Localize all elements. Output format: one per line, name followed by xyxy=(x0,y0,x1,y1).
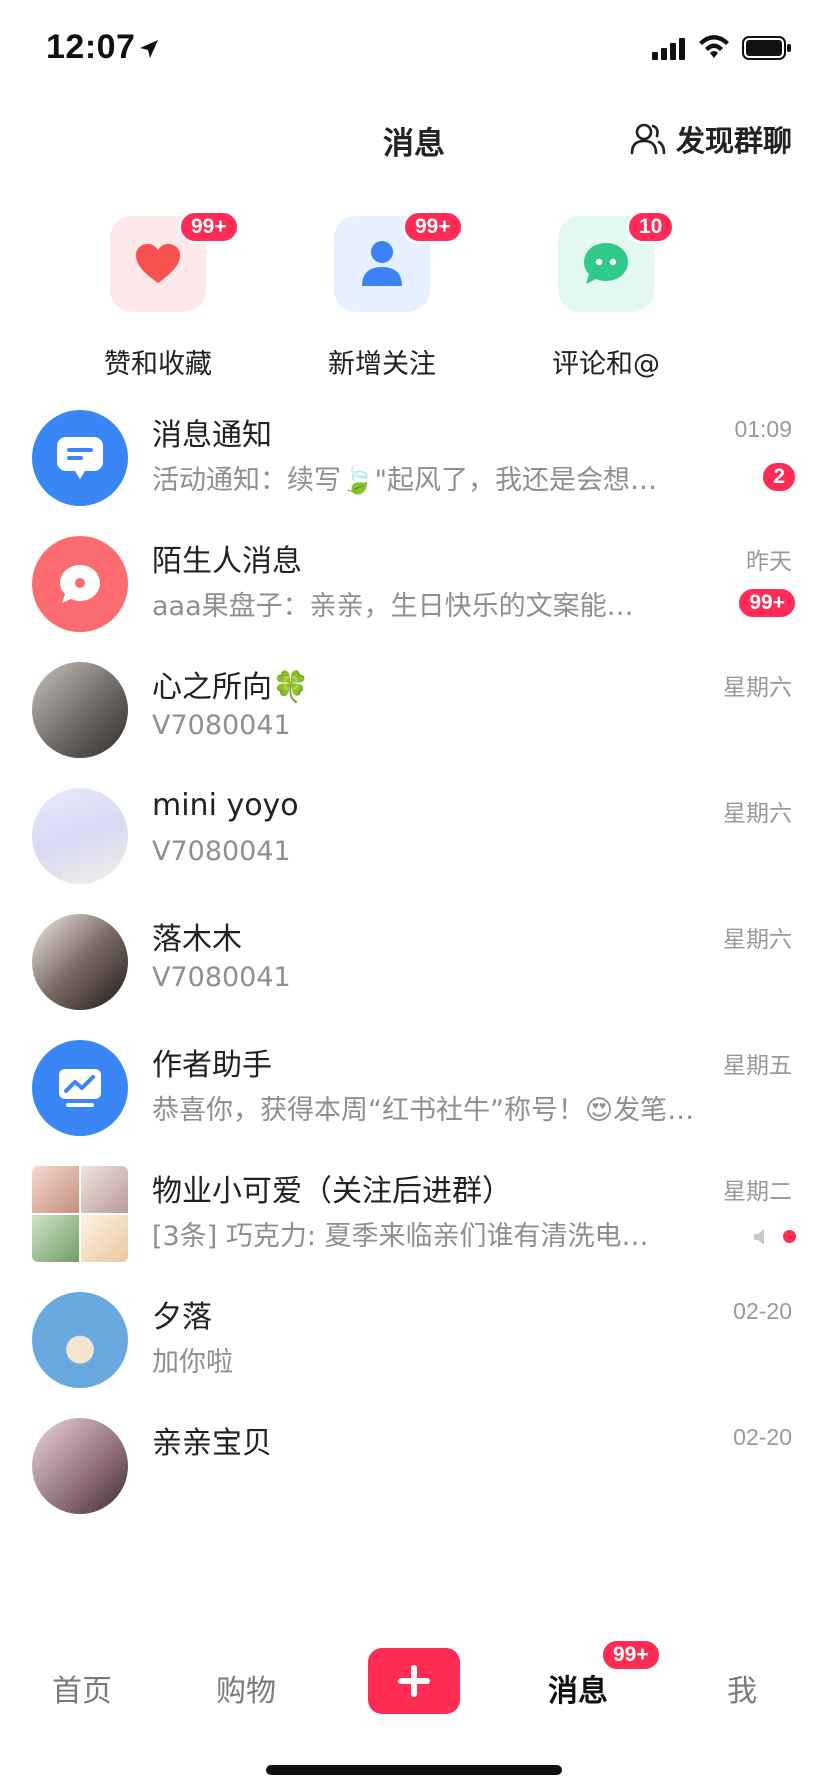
person-icon xyxy=(362,241,402,286)
nav-shopping[interactable]: 购物 xyxy=(186,1666,306,1710)
notification-avatar xyxy=(32,410,128,506)
unread-badge: 99+ xyxy=(736,586,798,620)
stranger-avatar xyxy=(32,536,128,632)
conversation-preview: aaa果盘子：亲亲，生日快乐的文案能… xyxy=(152,591,634,622)
create-post-button[interactable] xyxy=(368,1648,460,1714)
list-item-stranger-messages[interactable]: 陌生人消息 aaa果盘子：亲亲，生日快乐的文案能… 昨天 99+ xyxy=(0,512,828,656)
list-item-author-assistant[interactable]: 作者助手 恭喜你，获得本周“红书社牛”称号！😍发笔… 星期五 xyxy=(0,1016,828,1160)
user-avatar xyxy=(32,1292,128,1388)
conversation-preview: [3条] 巧克力: 夏季来临亲们谁有清洗电… xyxy=(152,1221,649,1252)
conversation-title: 作者助手 xyxy=(152,1048,272,1083)
nav-me[interactable]: 我 xyxy=(682,1666,802,1710)
messages-badge: 99+ xyxy=(600,1638,662,1672)
conversation-time: 星期六 xyxy=(723,674,792,700)
shortcut-comments-mentions[interactable]: 10 评论和@ xyxy=(506,210,706,381)
conversation-title: 夕落 xyxy=(152,1300,212,1335)
chat-bubble-icon xyxy=(584,243,628,284)
comments-badge: 10 xyxy=(626,210,676,244)
nav-messages[interactable]: 消息 xyxy=(518,1666,638,1710)
muted-icon xyxy=(754,1229,764,1245)
conversation-time: 星期五 xyxy=(723,1052,792,1078)
comments-tile: 10 xyxy=(558,210,676,312)
list-item-conversation[interactable]: 心之所向🍀 V7080041 星期六 xyxy=(0,638,828,782)
heart-icon xyxy=(136,244,180,283)
user-avatar xyxy=(32,914,128,1010)
conversation-preview: V7080041 xyxy=(152,836,291,867)
home-indicator xyxy=(266,1765,562,1775)
chat-bubble-icon xyxy=(60,565,100,603)
user-avatar xyxy=(32,662,128,758)
conversation-time: 星期二 xyxy=(723,1178,792,1204)
followers-label: 新增关注 xyxy=(328,349,436,380)
wifi-icon xyxy=(699,35,729,58)
status-time: 12:07 xyxy=(46,28,136,66)
list-item-conversation[interactable]: 夕落 加你啦 02-20 xyxy=(0,1268,828,1412)
discover-group-chat-label: 发现群聊 xyxy=(675,124,792,158)
likes-badge: 99+ xyxy=(178,210,240,244)
conversation-time: 星期六 xyxy=(723,800,792,826)
list-item-conversation[interactable]: mini yoyo V7080041 星期六 xyxy=(0,764,828,908)
list-item-conversation[interactable]: 落木木 V7080041 星期六 xyxy=(0,890,828,1034)
people-icon xyxy=(630,123,666,155)
user-avatar xyxy=(32,788,128,884)
comments-label: 评论和@ xyxy=(552,349,660,380)
unread-dot xyxy=(783,1230,796,1243)
conversation-title: 心之所向🍀 xyxy=(152,670,310,705)
trend-chart-icon xyxy=(59,1069,101,1107)
conversation-title: 落木木 xyxy=(152,922,242,957)
conversation-title: 亲亲宝贝 xyxy=(152,1426,272,1461)
group-avatar xyxy=(32,1166,128,1262)
conversation-title: mini yoyo xyxy=(152,788,299,823)
list-item-conversation[interactable]: 亲亲宝贝 02-20 xyxy=(0,1394,828,1538)
conversation-preview: 活动通知：续写🍃"起风了，我还是会想… xyxy=(152,465,658,496)
shortcut-likes-favorites[interactable]: 99+ 赞和收藏 xyxy=(58,210,258,381)
followers-badge: 99+ xyxy=(402,210,464,244)
shortcut-new-followers[interactable]: 99+ 新增关注 xyxy=(282,210,482,381)
conversation-title: 物业小可爱（关注后进群） xyxy=(152,1174,512,1209)
user-avatar xyxy=(32,1418,128,1514)
conversation-preview: V7080041 xyxy=(152,710,291,741)
conversation-preview: 恭喜你，获得本周“红书社牛”称号！😍发笔… xyxy=(152,1095,695,1126)
likes-tile: 99+ xyxy=(110,210,240,312)
conversation-preview: V7080041 xyxy=(152,962,291,993)
conversation-time: 02-20 xyxy=(733,1298,792,1324)
signal-icon xyxy=(652,38,685,60)
discover-group-chat-button[interactable]: 发现群聊 xyxy=(630,118,792,160)
list-item-group-chat[interactable]: 物业小可爱（关注后进群） [3条] 巧克力: 夏季来临亲们谁有清洗电… 星期二 xyxy=(0,1142,828,1286)
likes-label: 赞和收藏 xyxy=(104,349,212,380)
conversation-preview: 加你啦 xyxy=(152,1347,233,1378)
list-item-notifications[interactable]: 消息通知 活动通知：续写🍃"起风了，我还是会想… 01:09 2 xyxy=(0,386,828,530)
unread-badge: 2 xyxy=(760,460,798,494)
conversation-time: 昨天 xyxy=(746,548,792,574)
conversation-list: 消息通知 活动通知：续写🍃"起风了，我还是会想… 01:09 2 陌生人消息 a… xyxy=(0,386,828,1636)
conversation-time: 星期六 xyxy=(723,926,792,952)
conversation-title: 陌生人消息 xyxy=(152,544,302,579)
conversation-time: 01:09 xyxy=(734,416,792,442)
conversation-time: 02-20 xyxy=(733,1424,792,1450)
author-assistant-avatar xyxy=(32,1040,128,1136)
plus-icon xyxy=(398,1665,430,1697)
conversation-title: 消息通知 xyxy=(152,418,272,453)
nav-home[interactable]: 首页 xyxy=(22,1666,142,1710)
battery-icon xyxy=(742,36,791,60)
location-arrow-icon xyxy=(140,40,158,58)
status-bar: 12:07 xyxy=(0,0,828,96)
followers-tile: 99+ xyxy=(334,210,464,312)
message-icon xyxy=(57,437,103,479)
